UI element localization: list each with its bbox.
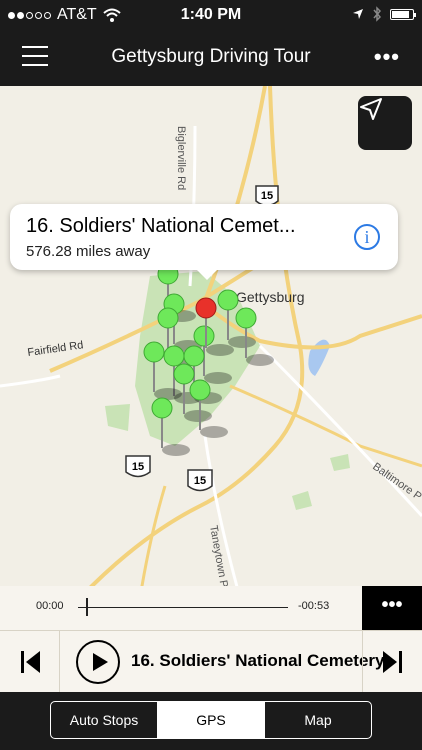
svg-text:15: 15 xyxy=(194,475,206,487)
park-area-south xyxy=(292,491,312,510)
tab-auto-stops[interactable]: Auto Stops xyxy=(51,702,158,738)
remaining-time: -00:53 xyxy=(298,600,330,612)
map-view[interactable]: Biglerville Rd Fairfield Rd Baltimore P … xyxy=(0,86,422,598)
location-arrow-icon xyxy=(353,9,363,19)
road-label-fairfield: Fairfield Rd xyxy=(27,339,84,359)
progress-thumb[interactable] xyxy=(86,598,88,616)
track-title: 16. Soldiers' National Cemetery xyxy=(131,651,385,670)
road xyxy=(229,384,422,468)
park-area-west xyxy=(105,404,130,431)
svg-text:15: 15 xyxy=(261,190,273,202)
road-label-taneytown: Taneytown P xyxy=(207,524,230,588)
mode-segmented-control: Auto Stops GPS Map xyxy=(50,701,372,739)
progress-track[interactable] xyxy=(78,607,288,608)
road xyxy=(0,374,61,388)
more-options-button[interactable]: ••• xyxy=(374,44,400,70)
route-shield-15-bottom: 15 xyxy=(187,469,213,492)
route-shield-15-top: 15 xyxy=(255,185,279,207)
page-title: Gettysburg Driving Tour xyxy=(111,46,311,67)
road-label-baltimore: Baltimore P xyxy=(370,461,422,503)
play-icon xyxy=(93,653,108,671)
play-button[interactable] xyxy=(76,640,120,684)
navigation-bar: Gettysburg Driving Tour ••• xyxy=(0,30,422,86)
town-label: Gettysburg xyxy=(236,289,304,305)
callout-title: 16. Soldiers' National Cemet... xyxy=(26,215,296,237)
skip-forward-icon xyxy=(383,651,402,673)
battery-icon xyxy=(390,8,416,20)
audio-scrubber: 00:00 -00:53 ••• xyxy=(0,586,422,630)
info-icon[interactable]: i xyxy=(354,224,380,250)
route-shield-15-mid: 15 xyxy=(125,455,151,478)
tab-gps[interactable]: GPS xyxy=(158,702,265,738)
callout-distance: 576.28 miles away xyxy=(26,243,151,260)
next-track-button[interactable] xyxy=(362,631,422,693)
elapsed-time: 00:00 xyxy=(36,600,64,612)
skip-back-icon xyxy=(21,651,40,673)
current-location-button[interactable] xyxy=(358,96,412,150)
bottom-tab-bar: Auto Stops GPS Map xyxy=(0,692,422,750)
road-label-biglerville: Biglerville Rd xyxy=(175,126,187,190)
location-arrow-icon xyxy=(360,98,382,120)
previous-track-button[interactable] xyxy=(0,631,60,693)
svg-text:15: 15 xyxy=(132,461,144,473)
park-area-east xyxy=(330,454,350,471)
map-canvas: Biglerville Rd Fairfield Rd Baltimore P … xyxy=(0,86,422,598)
tab-map[interactable]: Map xyxy=(265,702,371,738)
player-more-button[interactable]: ••• xyxy=(362,586,422,630)
status-bar: AT&T 1:40 PM xyxy=(0,0,422,30)
map-callout[interactable]: 16. Soldiers' National Cemet... 576.28 m… xyxy=(10,204,398,280)
audio-player: 16. Soldiers' National Cemetery xyxy=(0,630,422,693)
bluetooth-icon xyxy=(373,6,382,22)
